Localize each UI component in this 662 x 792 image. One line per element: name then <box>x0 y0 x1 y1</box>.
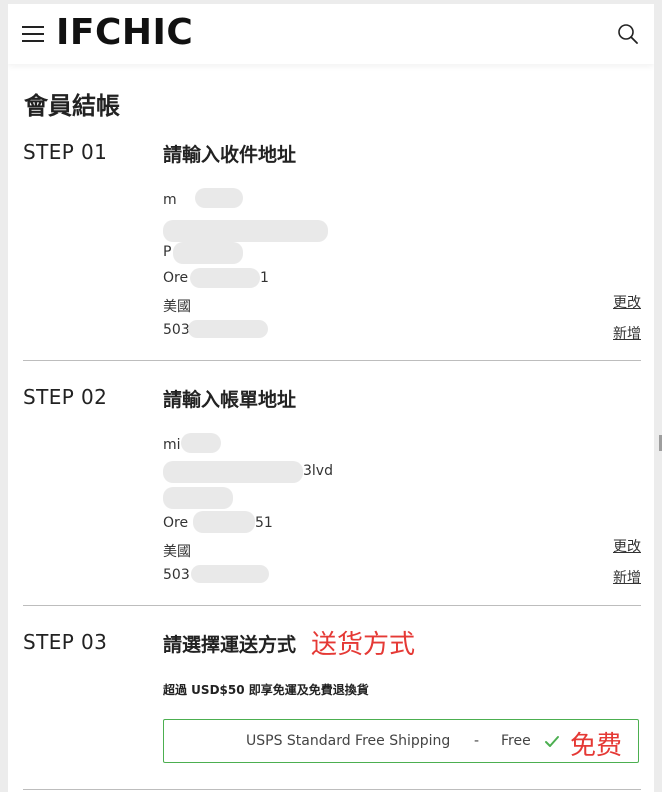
step-title: 請選擇運送方式 <box>163 634 297 656</box>
shipping-option-name: USPS Standard Free Shipping <box>246 733 451 749</box>
redacted-area <box>181 433 221 453</box>
search-icon[interactable] <box>616 22 640 46</box>
add-link[interactable]: 新增 <box>613 323 641 343</box>
section-divider <box>23 789 641 790</box>
redacted-area <box>190 268 260 288</box>
redacted-area <box>173 242 243 264</box>
redacted-area <box>195 188 243 208</box>
address-line-state-tail: 51 <box>255 515 273 531</box>
step-title: 請輸入帳單地址 <box>163 389 297 411</box>
hamburger-icon[interactable] <box>22 26 44 42</box>
redacted-area <box>163 220 328 242</box>
checkout-page: IFCHIC 會員結帳 STEP 01 請輸入收件地址 m P Ore 1 美國… <box>8 4 654 792</box>
address-line-country: 美國 <box>163 299 191 315</box>
page-title: 會員結帳 <box>24 92 120 120</box>
top-header: IFCHIC <box>8 4 654 64</box>
step-label: STEP 02 <box>23 385 108 409</box>
section-divider <box>23 360 641 361</box>
step-label: STEP 03 <box>23 630 108 654</box>
edit-link[interactable]: 更改 <box>613 536 641 556</box>
shipping-option-price: Free <box>501 733 531 749</box>
shipping-option-separator: - <box>474 733 480 749</box>
checkmark-icon <box>544 734 560 750</box>
address-line-name: m <box>163 192 177 208</box>
step-shipping-address: STEP 01 請輸入收件地址 m P Ore 1 美國 更改 503 新增 <box>23 140 641 360</box>
edit-link[interactable]: 更改 <box>613 292 641 312</box>
address-line-phone: 503 <box>163 322 190 338</box>
address-line-state-tail: 1 <box>260 270 269 286</box>
free-shipping-note: 超過 USD$50 即享免運及免費退換貨 <box>163 683 369 697</box>
shipping-option-usps[interactable]: USPS Standard Free Shipping - Free 免费 <box>163 719 639 763</box>
add-link[interactable]: 新增 <box>613 567 641 587</box>
step-title: 請輸入收件地址 <box>163 144 297 166</box>
redacted-area <box>191 565 269 583</box>
redacted-area <box>188 320 268 338</box>
redacted-area <box>163 461 303 483</box>
address-line-state: Ore <box>163 515 189 531</box>
step-label: STEP 01 <box>23 140 108 164</box>
annotation-free: 免费 <box>570 731 623 761</box>
address-line-phone: 503 <box>163 567 190 583</box>
address-line-name: mi <box>163 437 181 453</box>
brand-logo[interactable]: IFCHIC <box>56 12 193 53</box>
address-line-city: P <box>163 244 172 260</box>
address-line-country: 美國 <box>163 544 191 560</box>
step-billing-address: STEP 02 請輸入帳單地址 mi 3lvd Ore 51 美國 更改 503… <box>23 385 641 605</box>
address-line-street-tail: 3lvd <box>303 463 333 479</box>
address-line-state: Ore <box>163 270 189 286</box>
annotation-shipping-method: 送货方式 <box>311 630 416 660</box>
section-divider <box>23 605 641 606</box>
redacted-area <box>193 511 255 533</box>
redacted-area <box>163 487 233 509</box>
